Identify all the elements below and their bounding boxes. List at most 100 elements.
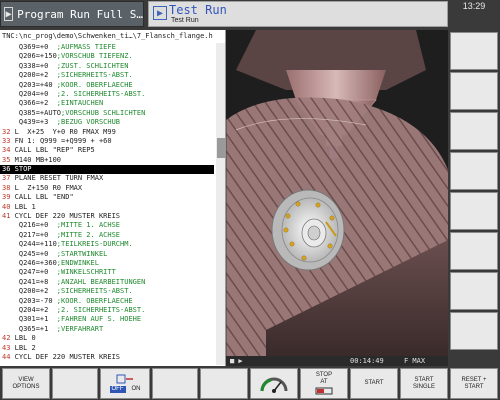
program-line[interactable]: Q245=+0 ;STARTWINKEL	[0, 250, 214, 259]
run-time: 00:14:49	[350, 357, 384, 365]
program-line[interactable]: Q244=+110;TEILKREIS-DURCHM.	[0, 240, 214, 249]
line-comment: ;SICHERHEITS-ABST.	[48, 71, 133, 80]
program-line[interactable]: Q247=+0 ;WINKELSCHRITT	[0, 268, 214, 277]
program-line[interactable]: 35 M140 MB+100	[0, 156, 214, 165]
program-line[interactable]: 36 STOP	[0, 165, 214, 175]
program-line[interactable]: 38 L Z+150 R0 FMAX	[0, 184, 214, 193]
softkey-empty-4[interactable]	[152, 368, 198, 399]
feed-rate: F MAX	[404, 357, 426, 365]
line-code: Q301=+1	[18, 315, 49, 324]
block-skip-toggle[interactable]: OFF ON	[100, 368, 150, 399]
line-code: Q439=+3	[18, 118, 49, 127]
program-line[interactable]: 32 L X+25 Y+0 R0 FMAX M99	[0, 128, 214, 137]
line-code: Q217=+0	[18, 230, 49, 239]
pause-icon[interactable]: ■ ▶	[230, 357, 243, 365]
program-line[interactable]: Q204=+2 ;2. SICHERHEITS-ABST.	[0, 306, 214, 315]
program-scrollbar[interactable]	[216, 43, 225, 365]
start-label: START	[364, 380, 384, 386]
tab-program-run-label: Program Run Full S…	[17, 7, 143, 21]
simulation-graphic[interactable]	[226, 30, 448, 356]
program-line[interactable]: 42 LBL 0	[0, 334, 214, 343]
softkey-empty-5[interactable]	[200, 368, 248, 399]
program-line[interactable]: 34 CALL LBL "REP" REP5	[0, 146, 214, 155]
program-line[interactable]: Q216=+0 ;MITTE 1. ACHSE	[0, 221, 214, 230]
simulation-speed-button[interactable]	[250, 368, 298, 399]
stop-at-button[interactable]: STOP AT	[300, 368, 348, 399]
program-line[interactable]: Q200=+2 ;SICHERHEITS-ABST.	[0, 71, 214, 80]
program-line[interactable]: Q366=+2 ;EINTAUCHEN	[0, 99, 214, 108]
test-run-icon: ▶	[153, 6, 167, 20]
line-comment: ;2. SICHERHEITS-ABST.	[48, 305, 146, 314]
block-skip-icon	[116, 374, 133, 384]
on-label: ON	[131, 386, 141, 392]
program-line[interactable]: 33 FN 1: Q999 =+Q999 + +60	[0, 137, 214, 146]
program-line[interactable]: Q365=+1 ;VERFAHRART	[0, 325, 214, 334]
top-bar: ▶ Program Run Full S… ▶ Test Run Test Ru…	[0, 0, 500, 30]
line-comment: ;MITTE 2. ACHSE	[48, 230, 121, 239]
line-comment: ;STARTWINKEL	[48, 249, 108, 258]
right-softkey-8[interactable]	[450, 312, 498, 350]
test-run-subtitle: Test Run	[171, 17, 199, 24]
program-lines[interactable]: Q369=+0 ;AUFMASS TIEFE Q206=+150;VORSCHU…	[0, 43, 214, 362]
program-line[interactable]: 44 CYCL DEF 220 MUSTER KREIS	[0, 353, 214, 362]
view-options-button[interactable]: VIEW OPTIONS	[2, 368, 50, 399]
program-line[interactable]: Q200=+2 ;SICHERHEITS-ABST.	[0, 287, 214, 296]
line-comment: ;ANZAHL BEARBEITUNGEN	[48, 277, 146, 286]
line-code: LBL 1	[10, 202, 36, 211]
program-line[interactable]: Q241=+8 ;ANZAHL BEARBEITUNGEN	[0, 278, 214, 287]
right-softkey-7[interactable]	[450, 272, 498, 310]
right-softkey-2[interactable]	[450, 72, 498, 110]
line-code: Q247=+0	[18, 268, 49, 277]
program-line[interactable]: Q204=+0 ;2. SICHERHEITS-ABST.	[0, 90, 214, 99]
right-softkey-4[interactable]	[450, 152, 498, 190]
line-code: M140 MB+100	[10, 155, 62, 164]
program-line[interactable]: 37 PLANE RESET TURN FMAX	[0, 174, 214, 183]
line-code: Q203=-70	[18, 296, 53, 305]
line-code: Q204=+2	[18, 305, 49, 314]
line-comment: ;WINKELSCHRITT	[48, 268, 116, 277]
line-code: Q241=+8	[18, 277, 49, 286]
program-line[interactable]: Q439=+3 ;BEZUG VORSCHUB	[0, 118, 214, 127]
program-line[interactable]: Q338=+0 ;ZUST. SCHLICHTEN	[0, 62, 214, 71]
program-line[interactable]: Q206=+150;VORSCHUB TIEFENZ.	[0, 52, 214, 61]
program-line[interactable]: Q301=+1 ;FAHREN AUF S. HOEHE	[0, 315, 214, 324]
softkey-empty-2[interactable]	[52, 368, 98, 399]
program-line[interactable]: Q217=+0 ;MITTE 2. ACHSE	[0, 231, 214, 240]
program-line[interactable]: Q369=+0 ;AUFMASS TIEFE	[0, 43, 214, 52]
line-comment: ;VORSCHUB SCHLICHTEN	[61, 108, 146, 117]
program-line[interactable]: Q385=+AUTO;VORSCHUB SCHLICHTEN	[0, 109, 214, 118]
line-comment: ;TEILKREIS-DURCHM.	[56, 240, 133, 249]
line-comment: ;MITTE 1. ACHSE	[48, 221, 121, 230]
scroll-thumb[interactable]	[217, 138, 225, 158]
line-code: Q204=+0	[18, 89, 49, 98]
program-line[interactable]: Q246=+360;ENDWINKEL	[0, 259, 214, 268]
line-comment: ;2. SICHERHEITS-ABST.	[48, 89, 146, 98]
line-code: Q244=+110	[18, 240, 57, 249]
start-single-button[interactable]: START SINGLE	[400, 368, 448, 399]
line-code: Q338=+0	[18, 61, 49, 70]
program-line[interactable]: 39 CALL LBL "END"	[0, 193, 214, 202]
line-code: STOP	[10, 165, 32, 174]
line-code: Q365=+1	[18, 324, 49, 333]
tab-test-run[interactable]: ▶ Test Run Test Run	[148, 1, 448, 27]
line-code: Q385=+AUTO	[18, 108, 62, 117]
right-softkey-1[interactable]	[450, 32, 498, 70]
stop-at-label: STOP AT	[315, 371, 333, 385]
program-line[interactable]: Q203=-70 ;KOOR. OBERFLAECHE	[0, 297, 214, 306]
right-softkey-5[interactable]	[450, 192, 498, 230]
program-line[interactable]: 43 LBL 2	[0, 344, 214, 353]
right-softkey-3[interactable]	[450, 112, 498, 150]
reset-start-button[interactable]: RESET + START	[450, 368, 498, 399]
program-line[interactable]: 41 CYCL DEF 220 MUSTER KREIS	[0, 212, 214, 221]
line-comment: ;SICHERHEITS-ABST.	[48, 287, 133, 296]
line-comment: ;BEZUG VORSCHUB	[48, 118, 121, 127]
line-comment: ;ZUST. SCHLICHTEN	[48, 61, 129, 70]
view-options-label: VIEW OPTIONS	[12, 376, 40, 390]
line-code: Q200=+2	[18, 71, 49, 80]
program-line[interactable]: Q203=+40 ;KOOR. OBERFLAECHE	[0, 81, 214, 90]
tab-program-run-full-sequence[interactable]: ▶ Program Run Full S…	[0, 1, 144, 27]
line-code: Q200=+2	[18, 287, 49, 296]
program-line[interactable]: 40 LBL 1	[0, 203, 214, 212]
start-button[interactable]: START	[350, 368, 398, 399]
right-softkey-6[interactable]	[450, 232, 498, 270]
